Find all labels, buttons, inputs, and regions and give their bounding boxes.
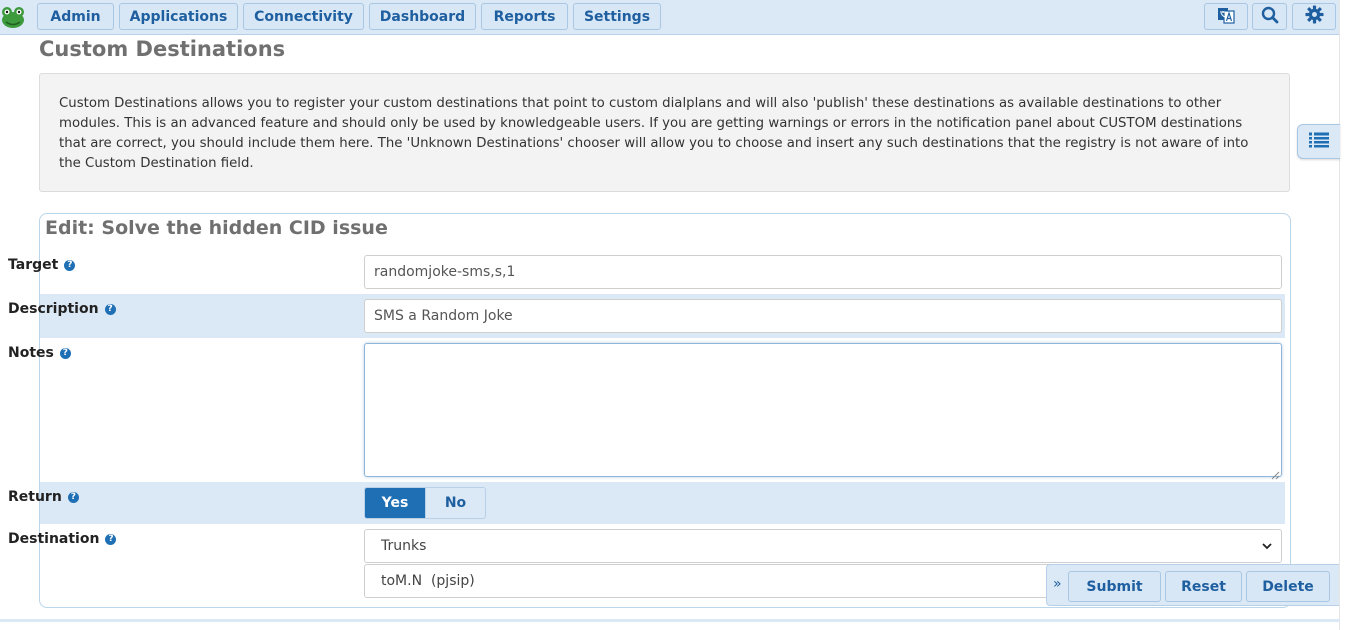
sidebar-toggle-button[interactable]	[1297, 124, 1340, 159]
double-chevron-right-icon[interactable]: »	[1053, 576, 1062, 592]
search-icon	[1261, 6, 1279, 28]
return-yes-option[interactable]: Yes	[365, 488, 425, 518]
delete-button[interactable]: Delete	[1246, 571, 1330, 602]
help-icon[interactable]: ?	[67, 491, 79, 503]
destination-label: Destination ?	[8, 531, 117, 547]
frog-logo-icon[interactable]	[0, 3, 28, 31]
nav-settings[interactable]: Settings	[573, 3, 661, 30]
footer-divider	[0, 619, 1340, 622]
destination-type-select[interactable]: Trunks	[364, 529, 1282, 563]
nav-dashboard[interactable]: Dashboard	[369, 3, 476, 30]
notes-textarea[interactable]	[364, 343, 1282, 477]
nav-admin[interactable]: Admin	[37, 3, 114, 30]
nav-applications[interactable]: Applications	[119, 3, 238, 30]
return-row	[40, 482, 1285, 524]
chevron-down-icon	[1261, 540, 1273, 556]
nav-reports[interactable]: Reports	[481, 3, 568, 30]
description-label: Description ?	[8, 301, 116, 317]
help-icon[interactable]: ?	[59, 347, 71, 359]
translate-button[interactable]	[1204, 3, 1248, 30]
info-description: Custom Destinations allows you to regist…	[39, 73, 1290, 192]
help-icon[interactable]: ?	[104, 303, 116, 315]
submit-button[interactable]: Submit	[1068, 571, 1161, 602]
reset-button[interactable]: Reset	[1165, 571, 1242, 602]
search-button[interactable]	[1252, 3, 1287, 30]
target-label: Target ?	[8, 257, 76, 273]
destination-value-select[interactable]: toM.N (pjsip)	[364, 564, 1064, 598]
top-navbar: Admin Applications Connectivity Dashboar…	[0, 0, 1340, 35]
window-edge	[1339, 0, 1346, 630]
return-no-option[interactable]: No	[425, 488, 485, 518]
translate-icon	[1217, 6, 1235, 28]
page-title: Custom Destinations	[39, 37, 286, 61]
nav-connectivity[interactable]: Connectivity	[243, 3, 364, 30]
target-input[interactable]: randomjoke-sms,s,1	[364, 255, 1282, 289]
notes-label: Notes ?	[8, 345, 71, 361]
return-toggle: Yes No	[364, 487, 486, 519]
help-icon[interactable]: ?	[105, 533, 117, 545]
resize-handle-icon[interactable]	[1271, 465, 1280, 480]
gear-icon	[1304, 5, 1324, 28]
list-icon	[1308, 131, 1330, 153]
return-label: Return ?	[8, 489, 79, 505]
description-input[interactable]: SMS a Random Joke	[364, 299, 1282, 333]
settings-button[interactable]	[1292, 3, 1336, 30]
help-icon[interactable]: ?	[64, 259, 76, 271]
action-bar: » Submit Reset Delete	[1046, 564, 1339, 606]
form-title: Edit: Solve the hidden CID issue	[45, 217, 388, 239]
